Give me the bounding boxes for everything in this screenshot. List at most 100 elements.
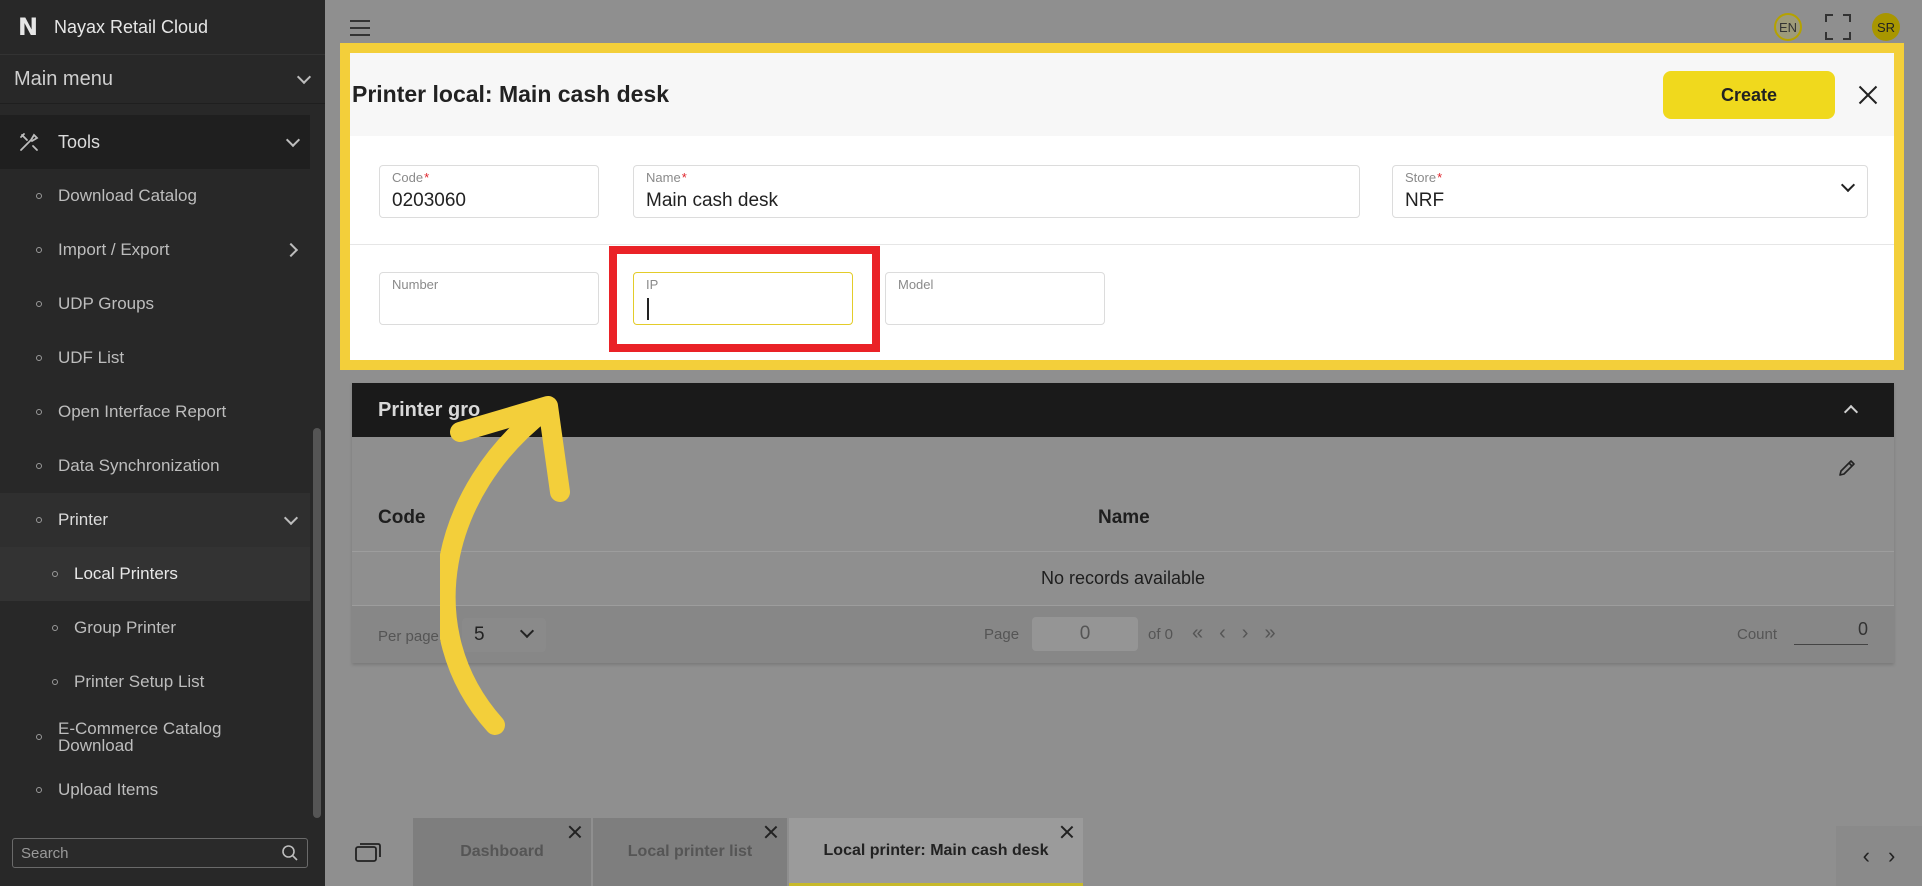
- nayax-logo-icon: N: [17, 13, 39, 41]
- main-menu-label: Main menu: [14, 67, 113, 90]
- name-label: Name*: [646, 170, 687, 185]
- chevron-left-icon[interactable]: ‹: [1863, 843, 1870, 869]
- sidebar-item-label: Local Printers: [74, 564, 178, 583]
- sidebar-item-label: E-Commerce Catalog Download: [58, 720, 221, 754]
- chevron-down-icon: [285, 132, 301, 147]
- name-input[interactable]: [646, 190, 1347, 212]
- model-field[interactable]: Model: [885, 272, 1105, 325]
- sidebar: N Nayax Retail Cloud Main menu Tools Dow…: [0, 0, 325, 886]
- divider: [350, 244, 1894, 245]
- store-label: Store*: [1405, 170, 1442, 185]
- sidebar-search: [12, 838, 308, 868]
- sidebar-item-label: Import / Export: [58, 240, 170, 259]
- number-input[interactable]: [392, 297, 586, 319]
- tab-navigation: ‹ ›: [1836, 826, 1922, 886]
- tools-icon: [20, 133, 39, 151]
- sidebar-item-udp-groups[interactable]: UDP Groups: [0, 277, 310, 331]
- sidebar-item-local-printers[interactable]: Local Printers: [0, 547, 310, 601]
- store-select[interactable]: Store*: [1392, 165, 1868, 218]
- sidebar-item-ecommerce-catalog-download[interactable]: E-Commerce Catalog Download: [0, 709, 310, 765]
- dialog-header: Printer local: Main cash desk Create: [350, 53, 1894, 136]
- sidebar-item-label-line1: E-Commerce Catalog: [58, 719, 222, 738]
- tab-local-printer-main-cash-desk[interactable]: Local printer: Main cash desk: [789, 818, 1083, 886]
- bullet-icon: [36, 193, 42, 199]
- sidebar-item-upload-items[interactable]: Upload Items: [0, 763, 310, 817]
- name-label-text: Name: [646, 170, 681, 185]
- ip-highlight-frame: [609, 246, 880, 352]
- sidebar-item-label: Group Printer: [74, 618, 177, 637]
- required-mark: *: [1437, 170, 1443, 185]
- chevron-up-icon[interactable]: [1843, 404, 1859, 420]
- search-icon[interactable]: [281, 844, 299, 862]
- required-mark: *: [424, 170, 430, 185]
- code-label: Code*: [392, 170, 429, 185]
- bullet-icon: [36, 517, 42, 523]
- required-mark: *: [681, 170, 687, 185]
- sidebar-item-udf-list[interactable]: UDF List: [0, 331, 310, 385]
- first-page-icon[interactable]: «: [1192, 622, 1203, 645]
- sidebar-item-label: Printer: [58, 510, 109, 529]
- tab-local-printer-list[interactable]: Local printer list: [593, 818, 787, 886]
- bullet-icon: [52, 625, 58, 631]
- bullet-icon: [36, 787, 42, 793]
- search-input[interactable]: [21, 844, 281, 862]
- tabs-overview-icon[interactable]: [355, 843, 381, 863]
- language-selector[interactable]: EN: [1774, 13, 1802, 41]
- number-field[interactable]: Number: [379, 272, 599, 325]
- column-header-code[interactable]: Code: [378, 507, 426, 529]
- code-input[interactable]: [392, 190, 586, 212]
- sidebar-item-label: UDP Groups: [58, 294, 155, 313]
- sidebar-scrollbar[interactable]: [313, 428, 321, 818]
- bullet-icon: [52, 679, 58, 685]
- sidebar-item-tools[interactable]: Tools: [0, 115, 310, 169]
- close-icon[interactable]: [765, 826, 777, 838]
- bullet-icon: [36, 247, 42, 253]
- page-number-input[interactable]: 0: [1032, 617, 1138, 651]
- main-menu-toggle[interactable]: Main menu: [0, 54, 325, 104]
- sidebar-item-import-export[interactable]: Import / Export: [0, 223, 310, 277]
- brand[interactable]: N Nayax Retail Cloud: [0, 0, 325, 54]
- chevron-right-icon[interactable]: ›: [1888, 843, 1895, 869]
- chevron-right-icon: [283, 242, 299, 258]
- bullet-icon: [52, 571, 58, 577]
- create-button[interactable]: Create: [1663, 71, 1835, 119]
- fullscreen-icon[interactable]: [1825, 14, 1851, 40]
- code-label-text: Code: [392, 170, 424, 185]
- per-page-label: Per page:: [378, 628, 444, 645]
- name-field[interactable]: Name*: [633, 165, 1360, 218]
- avatar[interactable]: SR: [1872, 13, 1900, 41]
- page-navigation: « ‹ › »: [1192, 622, 1276, 645]
- last-page-icon[interactable]: »: [1264, 622, 1275, 645]
- prev-page-icon[interactable]: ‹: [1219, 622, 1226, 645]
- tab-dashboard[interactable]: Dashboard: [413, 818, 591, 886]
- bullet-icon: [36, 355, 42, 361]
- chevron-down-icon: [283, 510, 299, 525]
- brand-name: Nayax Retail Cloud: [54, 16, 209, 37]
- sidebar-item-printer-setup-list[interactable]: Printer Setup List: [0, 655, 310, 709]
- column-header-name[interactable]: Name: [1098, 507, 1150, 529]
- sidebar-item-label: Printer Setup List: [74, 672, 205, 691]
- sidebar-item-label: Download Catalog: [58, 186, 197, 205]
- sidebar-item-data-synchronization[interactable]: Data Synchronization: [0, 439, 310, 493]
- model-label: Model: [898, 277, 934, 292]
- count-value: 0: [1794, 619, 1868, 645]
- tab-label: Dashboard: [460, 843, 544, 860]
- hamburger-menu-icon[interactable]: [350, 20, 370, 36]
- sidebar-item-download-catalog[interactable]: Download Catalog: [0, 169, 310, 223]
- code-field[interactable]: Code*: [379, 165, 599, 218]
- store-value[interactable]: [1405, 190, 1855, 212]
- sidebar-item-label: UDF List: [58, 348, 125, 367]
- annotation-arrow-icon: [440, 396, 570, 735]
- store-label-text: Store: [1405, 170, 1437, 185]
- sidebar-item-open-interface-report[interactable]: Open Interface Report: [0, 385, 310, 439]
- sidebar-item-label-line2: Download: [58, 736, 134, 755]
- edit-pencil-icon[interactable]: [1837, 458, 1857, 478]
- sidebar-item-printer[interactable]: Printer: [0, 493, 310, 547]
- model-input[interactable]: [898, 297, 1092, 319]
- close-icon[interactable]: [569, 826, 581, 838]
- close-icon[interactable]: [1858, 85, 1878, 105]
- sidebar-item-group-printer[interactable]: Group Printer: [0, 601, 310, 655]
- next-page-icon[interactable]: ›: [1242, 622, 1249, 645]
- close-icon[interactable]: [1061, 826, 1073, 838]
- tab-label: Local printer list: [627, 843, 753, 860]
